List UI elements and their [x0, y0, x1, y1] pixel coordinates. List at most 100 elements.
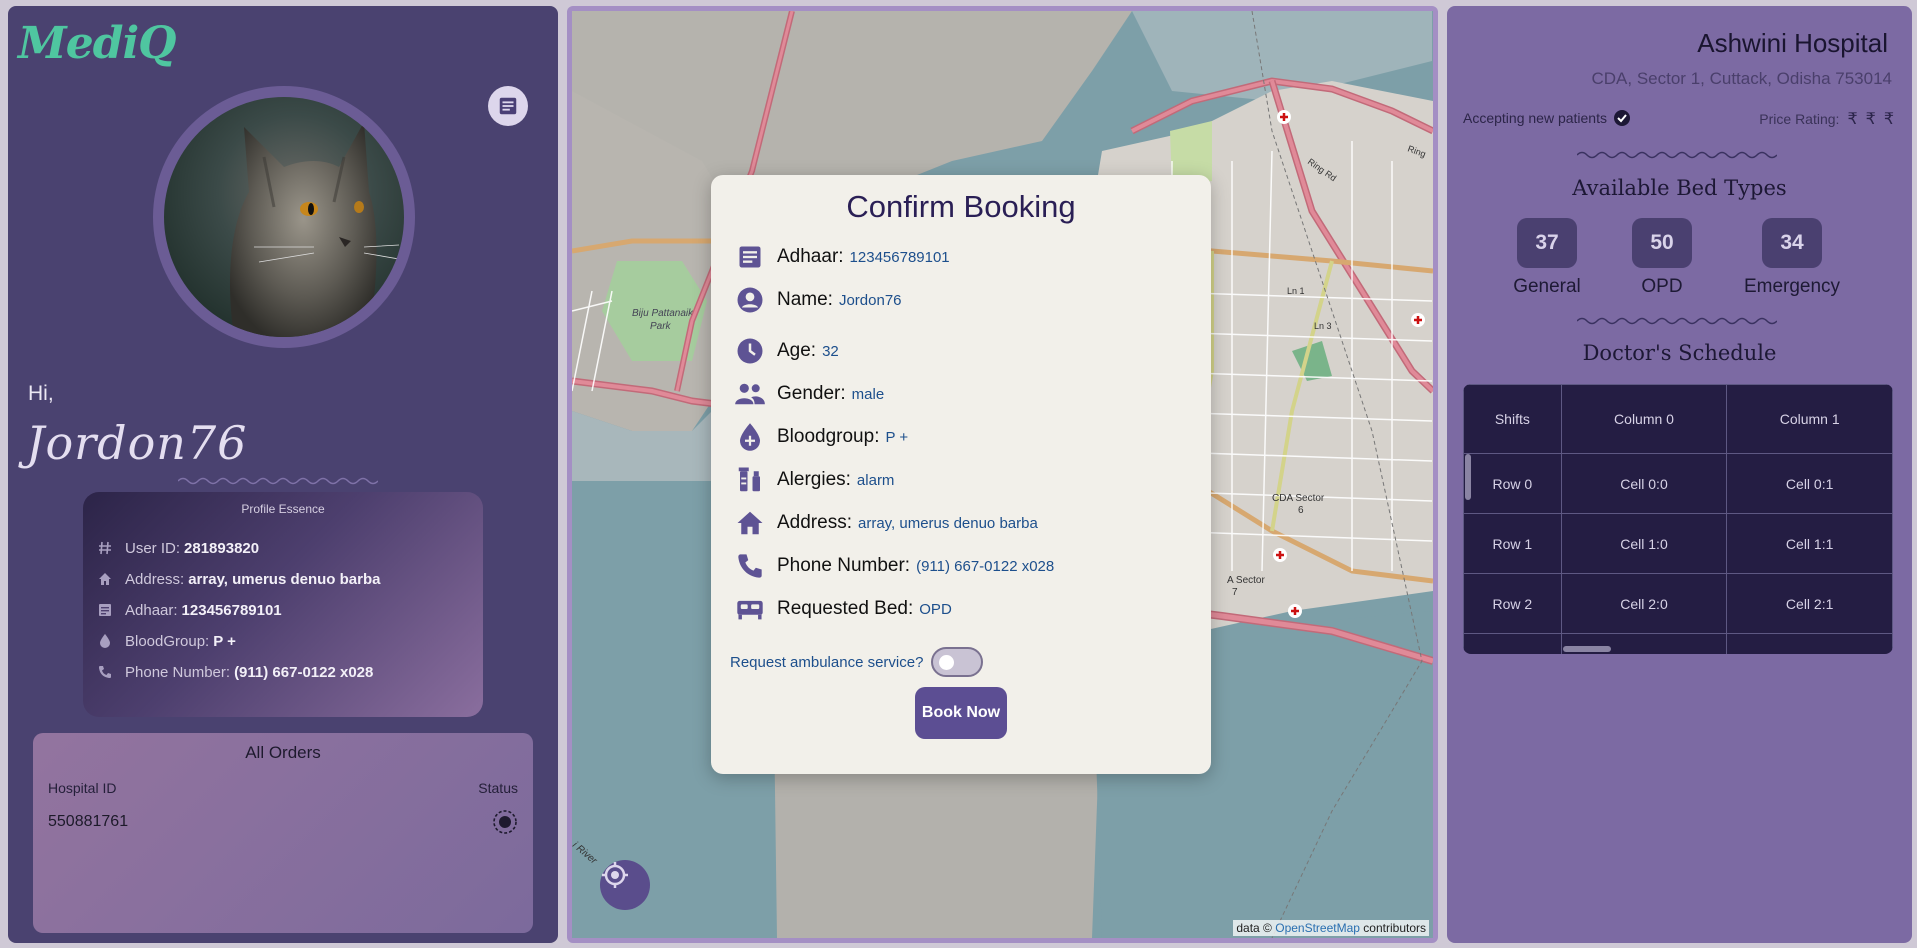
bed-type-emergency[interactable]: 34 Emergency: [1742, 218, 1842, 298]
rupee-icon: ₹: [1865, 111, 1876, 128]
schedule-table: Shifts Column 0 Column 1 Row 0 Cell 0:0 …: [1463, 384, 1893, 654]
greeting-text: Hi,: [28, 382, 54, 405]
map-label-park-2: Park: [650, 321, 672, 332]
schedule-cell[interactable]: Cell 1:0: [1560, 513, 1728, 574]
modal-bed-value: OPD: [919, 600, 952, 618]
locate-me-button[interactable]: [600, 860, 650, 910]
map-label-sector6: CDA Sector: [1272, 493, 1325, 504]
phone-value: (911) 667-0122 x028: [234, 663, 374, 681]
schedule-row-header[interactable]: Row 1: [1463, 513, 1562, 574]
blood-drop-icon: [95, 631, 115, 651]
bed-label-opd: OPD: [1641, 276, 1683, 297]
phone-icon: [733, 549, 767, 583]
hospital-address: CDA, Sector 1, Cuttack, Odisha 753014: [1591, 69, 1893, 88]
bed-icon: [733, 592, 767, 626]
ambulance-toggle[interactable]: [931, 647, 984, 677]
address-label: Address:: [125, 570, 185, 588]
map-label-park: Biju Pattanaik: [632, 308, 694, 319]
schedule-cell[interactable]: Cell 0:1: [1726, 453, 1893, 514]
user-id-label: User ID:: [125, 539, 181, 557]
doctor-schedule-grid[interactable]: Shifts Column 0 Column 1 Row 0 Cell 0:0 …: [1463, 384, 1893, 654]
hospital-panel: Ashwini Hospital CDA, Sector 1, Cuttack,…: [1447, 6, 1912, 943]
clock-icon: [733, 334, 767, 368]
user-id-value: 281893820: [184, 539, 260, 557]
accepting-patients-status: Accepting new patients: [1463, 109, 1631, 127]
map-label-sector7: A Sector: [1227, 575, 1265, 586]
phone-icon: [95, 662, 115, 682]
order-hospital-id[interactable]: 550881761: [48, 813, 128, 831]
schedule-cell[interactable]: Cell 2:0: [1560, 573, 1728, 634]
orders-col-status: Status: [478, 780, 518, 796]
hospital-marker-4[interactable]: [1288, 604, 1302, 618]
schedule-header-col1[interactable]: Column 1: [1726, 384, 1893, 454]
document-icon: [95, 600, 115, 620]
schedule-row-header[interactable]: [1463, 633, 1562, 654]
schedule-row: Row 1 Cell 1:0 Cell 1:1: [1463, 513, 1893, 574]
bed-type-opd[interactable]: 50 OPD: [1612, 218, 1712, 298]
bed-type-general[interactable]: 37 General: [1497, 218, 1597, 298]
schedule-header-col0[interactable]: Column 0: [1560, 384, 1728, 454]
pending-status-icon[interactable]: [492, 809, 518, 840]
map-attribution: data © OpenStreetMap contributors: [1233, 920, 1429, 936]
accepting-label: Accepting new patients: [1463, 110, 1607, 126]
schedule-row-header[interactable]: Row 2: [1463, 573, 1562, 634]
openstreetmap-link[interactable]: OpenStreetMap: [1275, 921, 1360, 935]
hospital-marker-3[interactable]: [1273, 548, 1287, 562]
notes-button[interactable]: [488, 86, 528, 126]
adhaar-row: Adhaar: 123456789101: [95, 600, 282, 620]
home-icon: [733, 506, 767, 540]
schedule-cell[interactable]: Cell 0:0: [1560, 453, 1728, 514]
schedule-header-shifts[interactable]: Shifts: [1463, 384, 1562, 454]
bed-count-opd: 50: [1632, 218, 1692, 268]
attribution-prefix: data ©: [1236, 921, 1272, 935]
modal-address-value: array, umerus denuo barba: [857, 514, 1038, 532]
schedule-cell[interactable]: Cell 1:1: [1726, 513, 1893, 574]
ambulance-label: Request ambulance service?: [730, 653, 924, 671]
hospital-marker-1[interactable]: [1277, 110, 1291, 124]
orders-col-hospital-id: Hospital ID: [48, 780, 117, 796]
price-rating-label: Price Rating:: [1759, 111, 1840, 127]
modal-age-label: Age:: [777, 340, 817, 361]
blood-drop-icon: [733, 420, 767, 454]
bed-label-emergency: Emergency: [1743, 276, 1841, 297]
home-icon: [95, 569, 115, 589]
hospital-marker-2[interactable]: [1411, 313, 1425, 327]
schedule-cell[interactable]: [1726, 633, 1893, 654]
bloodgroup-label: BloodGroup:: [125, 632, 210, 650]
bed-count-general: 37: [1517, 218, 1577, 268]
modal-name-row: Name: Jordon76: [733, 283, 902, 317]
bloodgroup-value: P +: [213, 632, 236, 650]
toggle-knob: [939, 655, 955, 670]
orders-title: All Orders: [245, 743, 321, 762]
wave-divider: [178, 477, 378, 485]
profile-essence-title: Profile Essence: [241, 502, 325, 516]
address-row: Address: array, umerus denuo barba: [95, 569, 381, 589]
username-heading: Jordon76: [26, 416, 248, 470]
map-label-ln3: Ln 3: [1314, 321, 1332, 331]
person-circle-icon: [733, 283, 767, 317]
phone-row: Phone Number: (911) 667-0122 x028: [95, 662, 373, 682]
modal-address-row: Address: array, umerus denuo barba: [733, 506, 1038, 540]
schedule-vertical-scrollbar[interactable]: [1465, 454, 1471, 500]
schedule-row: Row 2 Cell 2:0 Cell 2:1: [1463, 573, 1893, 634]
hash-icon: [95, 538, 115, 558]
schedule-row: Row 0 Cell 0:0 Cell 0:1: [1463, 453, 1893, 514]
modal-phone-value: (911) 667-0122 x028: [916, 557, 1055, 575]
modal-allergies-value: alarm: [856, 471, 895, 489]
schedule-cell[interactable]: Cell 2:1: [1726, 573, 1893, 634]
modal-allergies-row: Alergies: alarm: [733, 463, 894, 497]
mediq-logo[interactable]: MediQ: [18, 18, 177, 69]
document-icon: [733, 240, 767, 274]
modal-adhaar-label: Adhaar:: [777, 246, 844, 267]
modal-phone-row: Phone Number: (911) 667-0122 x028: [733, 549, 1054, 583]
modal-bloodgroup-value: P +: [885, 428, 909, 446]
schedule-horizontal-scrollbar[interactable]: [1563, 646, 1611, 652]
schedule-row: [1463, 633, 1893, 654]
profile-essence-card: Profile Essence User ID: 281893820 Addre…: [83, 492, 483, 717]
modal-gender-row: Gender: male: [733, 377, 884, 411]
adhaar-value: 123456789101: [181, 601, 282, 619]
book-now-button[interactable]: Book Now: [915, 687, 1007, 739]
modal-age-value: 32: [822, 342, 839, 360]
schedule-row-header[interactable]: Row 0: [1463, 453, 1562, 514]
bed-label-general: General: [1513, 276, 1581, 297]
